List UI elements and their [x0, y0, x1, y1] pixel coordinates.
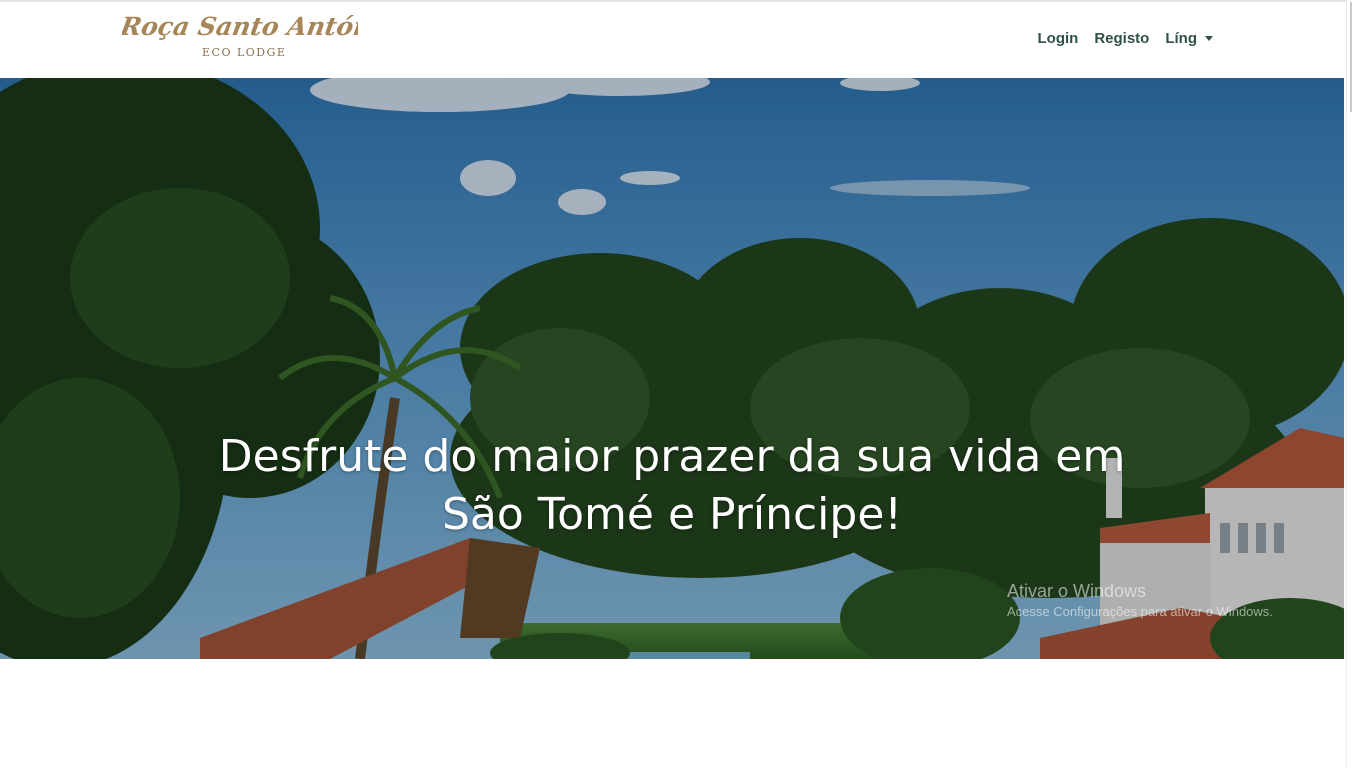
hero-title-line-1: Desfrute do maior prazer da sua vida em [218, 431, 1126, 482]
hero-banner: Desfrute do maior prazer da sua vida em … [0, 78, 1344, 659]
page: Roça Santo António ECO LODGE Login Regis… [0, 0, 1366, 768]
windows-activation-watermark: Ativar o Windows Acesse Configurações pa… [1007, 581, 1273, 619]
register-link[interactable]: Registo [1094, 30, 1149, 47]
navbar: Roça Santo António ECO LODGE Login Regis… [0, 2, 1346, 78]
caret-down-icon [1205, 36, 1213, 41]
brand-logo[interactable]: Roça Santo António ECO LODGE [122, 8, 358, 64]
nav-links: Login Registo Líng [1038, 30, 1213, 47]
svg-text:Roça Santo António: Roça Santo António [122, 11, 358, 41]
brand-script-logo: Roça Santo António [122, 11, 358, 41]
hero-title-line-2: São Tomé e Príncipe! [441, 489, 903, 540]
brand-subtitle: ECO LODGE [202, 46, 287, 59]
login-link[interactable]: Login [1038, 30, 1079, 47]
watermark-title: Ativar o Windows [1007, 581, 1147, 601]
watermark-subtitle: Acesse Configurações para ativar o Windo… [1007, 604, 1273, 619]
scrollbar-thumb[interactable] [1350, 2, 1352, 112]
language-dropdown[interactable]: Líng [1165, 30, 1213, 47]
page-scrollbar[interactable] [1346, 0, 1366, 768]
language-label: Líng [1165, 30, 1197, 47]
hero-overlay [0, 78, 1344, 659]
hero-title: Desfrute do maior prazer da sua vida em … [0, 428, 1344, 544]
